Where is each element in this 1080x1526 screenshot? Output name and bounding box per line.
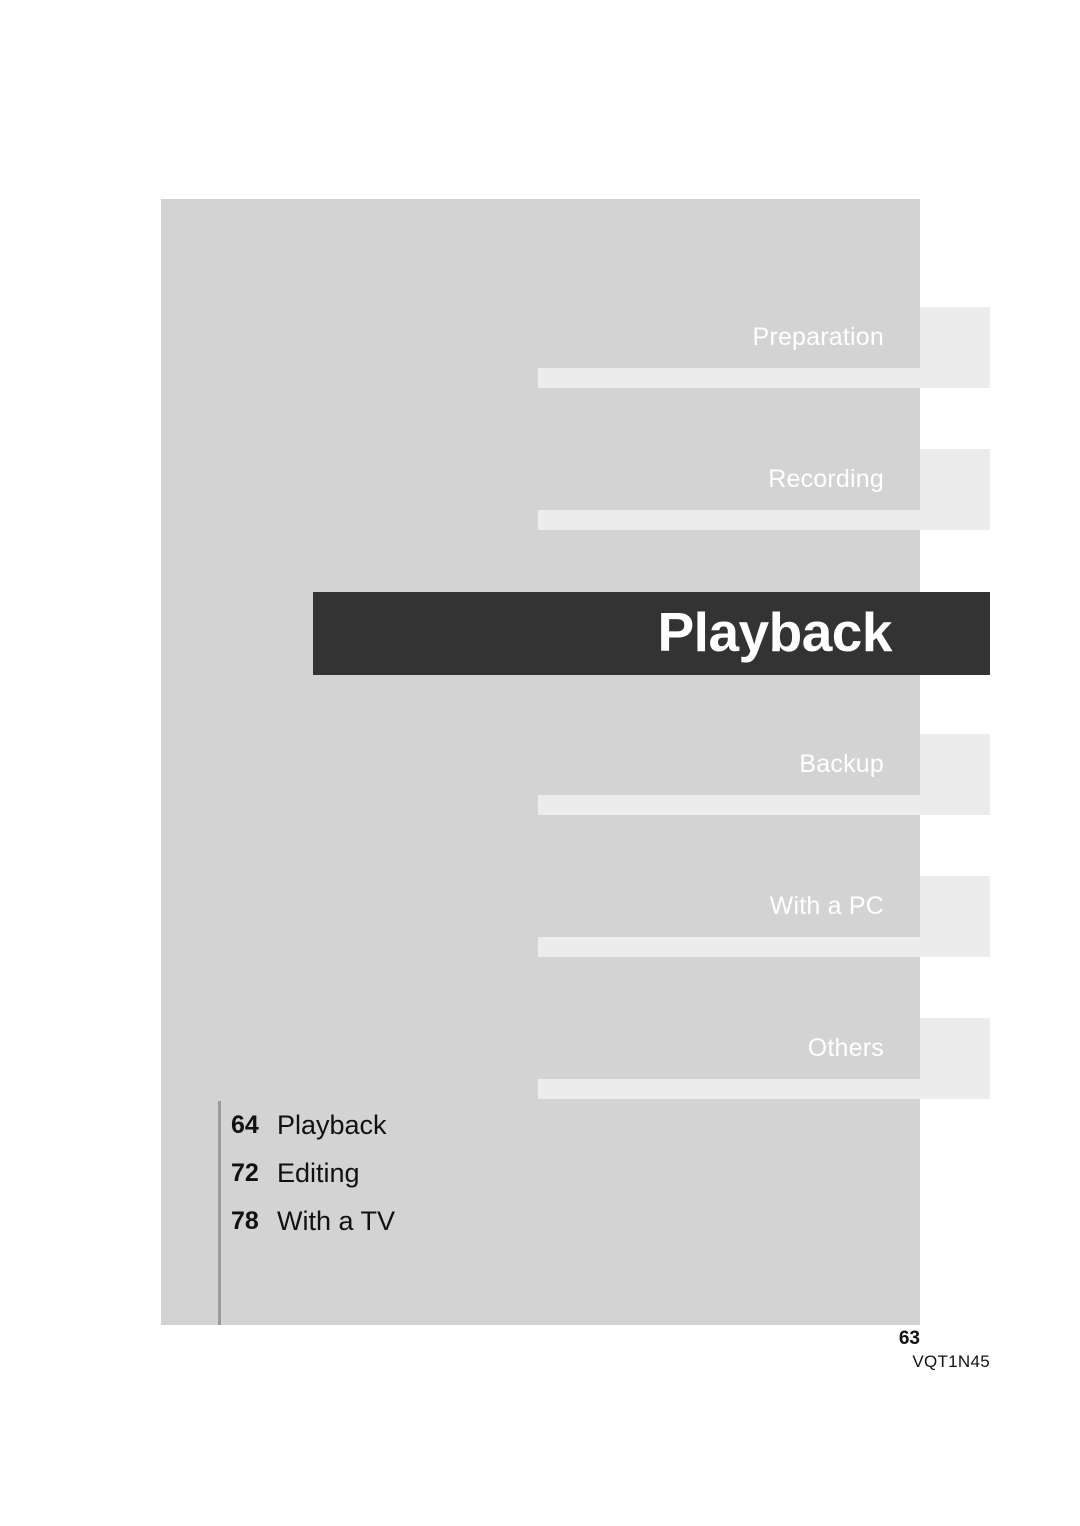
toc-entry[interactable]: 72 Editing <box>218 1149 718 1197</box>
section-tab-with-a-pc[interactable]: With a PC <box>161 876 990 957</box>
section-tab-label: Backup <box>799 750 884 778</box>
section-tab-preparation[interactable]: Preparation <box>161 307 990 388</box>
section-tab-label: Others <box>807 1034 884 1062</box>
toc-entry-page-number: 64 <box>231 1111 259 1139</box>
section-tab-bar <box>538 1079 990 1099</box>
section-tab-label: Preparation <box>752 323 884 351</box>
toc-entry-title: Editing <box>277 1158 360 1188</box>
page-footer: 63 VQT1N45 <box>700 1327 990 1373</box>
toc-entry-title: Playback <box>277 1110 387 1140</box>
toc-entry-page-number: 78 <box>231 1207 259 1235</box>
active-section-title: Playback <box>657 601 892 663</box>
section-tab-backup[interactable]: Backup <box>161 734 990 815</box>
section-tab-bar <box>538 368 990 388</box>
footer-document-code: VQT1N45 <box>912 1352 990 1371</box>
section-tab-bar <box>538 510 990 530</box>
section-tab-label: Recording <box>768 465 884 493</box>
section-tab-bar <box>538 937 990 957</box>
table-of-contents: 64 Playback 72 Editing 78 With a TV <box>218 1101 718 1245</box>
section-tab-playback-active[interactable]: Playback <box>313 592 990 675</box>
toc-entry-page-number: 72 <box>231 1159 259 1187</box>
toc-entry[interactable]: 78 With a TV <box>218 1197 718 1245</box>
section-tab-others[interactable]: Others <box>161 1018 990 1099</box>
section-tab-bar <box>538 795 990 815</box>
toc-entry[interactable]: 64 Playback <box>218 1101 718 1149</box>
section-tab-recording[interactable]: Recording <box>161 449 990 530</box>
footer-page-number: 63 <box>898 1328 920 1349</box>
section-tab-label: With a PC <box>769 892 884 920</box>
toc-entry-title: With a TV <box>277 1206 396 1236</box>
